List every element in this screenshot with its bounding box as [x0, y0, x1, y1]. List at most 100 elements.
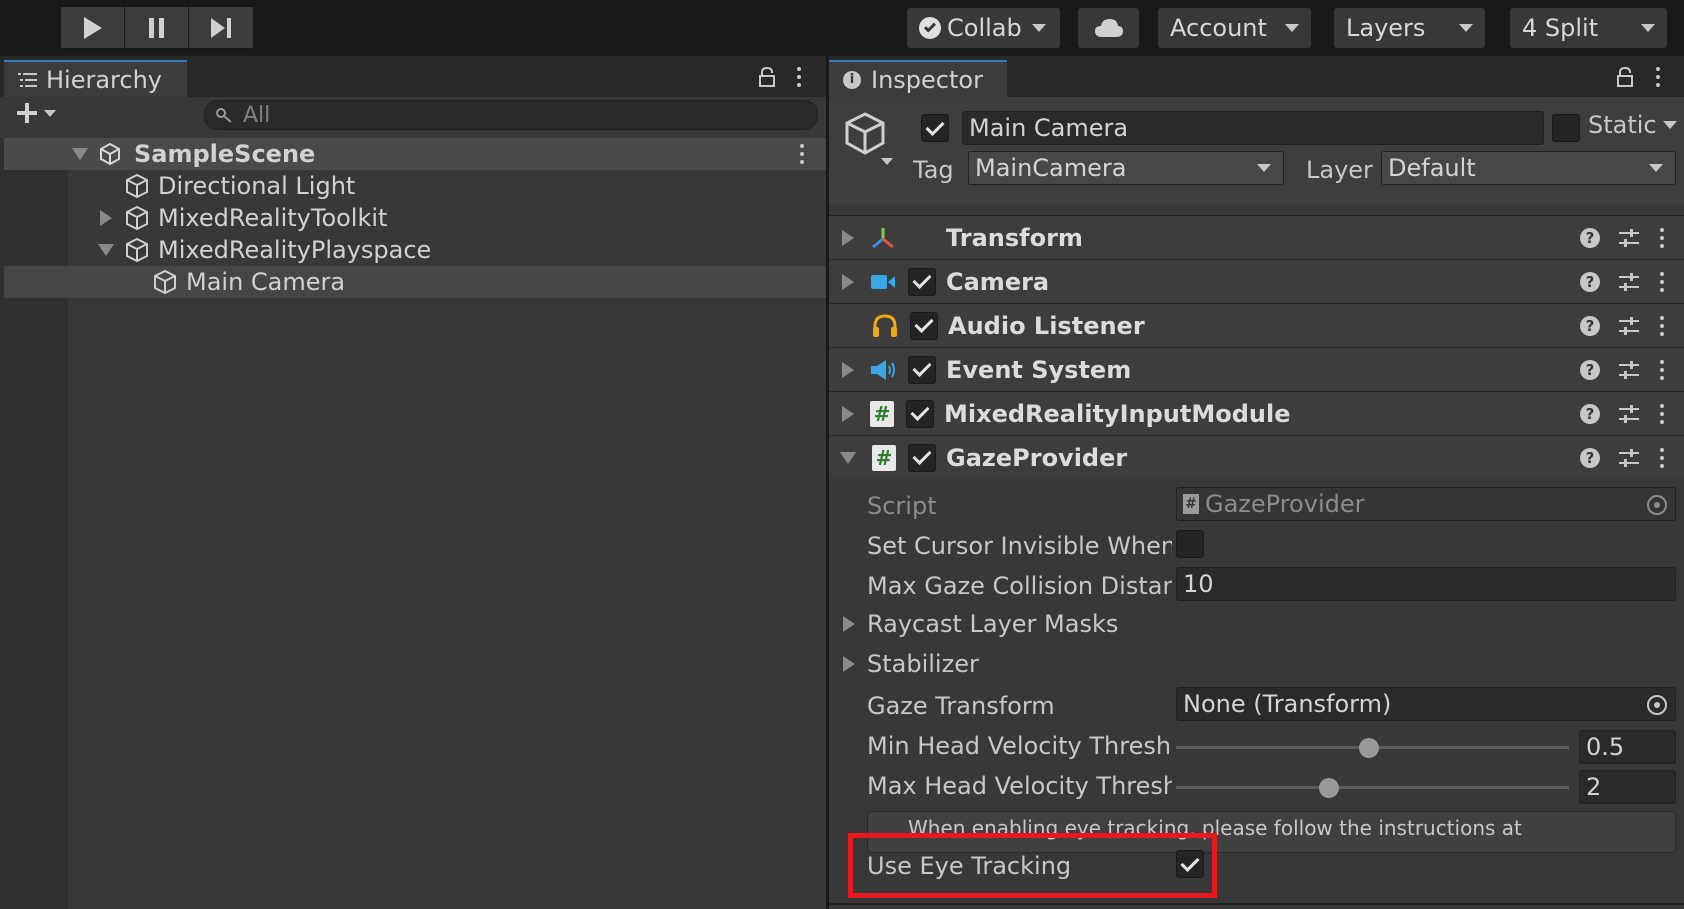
help-icon[interactable]: ?: [1580, 403, 1600, 424]
help-icon[interactable]: ?: [1580, 447, 1600, 468]
pause-button[interactable]: [125, 7, 189, 48]
stabilizer-label: Stabilizer: [867, 650, 979, 678]
foldout-closed-icon[interactable]: [842, 273, 854, 290]
preset-icon[interactable]: [1618, 360, 1640, 380]
component-enabled-checkbox[interactable]: [908, 443, 936, 472]
tree-item-mixedrealitytoolkit[interactable]: MixedRealityToolkit: [100, 202, 387, 234]
chevron-down-icon: [44, 109, 56, 117]
component-name: Camera: [946, 267, 1050, 296]
gaze-transform-value: None (Transform): [1183, 690, 1392, 718]
lock-icon[interactable]: [1616, 66, 1634, 88]
object-name-field[interactable]: Main Camera: [962, 111, 1544, 145]
component-name: Transform: [946, 223, 1083, 252]
component-transform[interactable]: Transform ?: [829, 215, 1684, 259]
foldout-open-icon[interactable]: [840, 451, 856, 464]
tab-inspector[interactable]: i Inspector: [829, 60, 1007, 97]
slider-thumb[interactable]: [1358, 738, 1379, 758]
section-divider: [829, 903, 1684, 905]
step-button[interactable]: [189, 7, 253, 48]
foldout-closed-icon[interactable]: [843, 616, 855, 632]
help-icon[interactable]: ?: [1580, 271, 1600, 292]
object-picker-icon[interactable]: [1647, 695, 1667, 715]
headphones-icon: [873, 313, 897, 337]
collab-button[interactable]: Collab: [907, 8, 1060, 48]
foldout-open-icon[interactable]: [72, 148, 88, 160]
foldout-closed-icon[interactable]: [842, 405, 854, 422]
foldout-open-icon[interactable]: [98, 244, 114, 256]
component-enabled-checkbox[interactable]: [908, 355, 936, 384]
component-camera[interactable]: Camera ?: [829, 259, 1684, 303]
component-enabled-checkbox[interactable]: [908, 267, 936, 296]
foldout-closed-icon[interactable]: [842, 361, 854, 378]
help-icon[interactable]: ?: [1580, 315, 1600, 336]
component-menu-icon[interactable]: [1658, 359, 1666, 380]
foldout-closed-icon[interactable]: [842, 229, 854, 246]
play-button[interactable]: [61, 7, 125, 48]
account-dropdown[interactable]: Account: [1158, 8, 1311, 48]
object-active-checkbox[interactable]: [921, 114, 949, 142]
component-enabled-checkbox[interactable]: [910, 311, 938, 340]
component-menu-icon[interactable]: [1658, 227, 1666, 248]
tree-item-main-camera[interactable]: Main Camera: [4, 266, 826, 298]
component-event-system[interactable]: Event System ?: [829, 347, 1684, 391]
highlight-box: [848, 833, 1217, 898]
lock-icon[interactable]: [758, 66, 776, 88]
preset-icon[interactable]: [1618, 448, 1640, 468]
gaze-transform-field[interactable]: None (Transform): [1176, 687, 1676, 721]
hierarchy-search-input[interactable]: All: [204, 100, 818, 130]
inspector-menu-icon[interactable]: [1654, 67, 1662, 87]
foldout-closed-icon[interactable]: [843, 656, 855, 672]
script-field: # GazeProvider: [1176, 487, 1676, 521]
max-head-velocity-slider[interactable]: [1176, 774, 1569, 802]
preset-icon[interactable]: [1618, 316, 1640, 336]
step-icon: [211, 17, 231, 38]
raycast-layer-masks-label: Raycast Layer Masks: [867, 610, 1119, 638]
help-icon[interactable]: ?: [1580, 359, 1600, 380]
component-menu-icon[interactable]: [1658, 315, 1666, 336]
component-audio-listener[interactable]: Audio Listener ?: [829, 303, 1684, 347]
layer-dropdown[interactable]: Default: [1381, 151, 1676, 185]
static-checkbox[interactable]: [1552, 114, 1580, 142]
hierarchy-menu-icon[interactable]: [795, 67, 803, 87]
object-picker-icon: [1647, 495, 1667, 515]
max-gaze-distance-field[interactable]: 10: [1176, 567, 1676, 601]
max-head-velocity-label: Max Head Velocity Threshc: [867, 772, 1172, 800]
scene-row[interactable]: SampleScene: [4, 138, 826, 170]
component-menu-icon[interactable]: [1658, 271, 1666, 292]
static-dropdown[interactable]: Static: [1588, 111, 1677, 139]
help-icon[interactable]: ?: [1580, 227, 1600, 248]
preset-icon[interactable]: [1618, 228, 1640, 248]
component-enabled-checkbox[interactable]: [906, 399, 934, 428]
tree-item-mixedrealityplayspace[interactable]: MixedRealityPlayspace: [98, 234, 431, 266]
layers-dropdown[interactable]: Layers: [1334, 8, 1485, 48]
tree-item-label: Directional Light: [158, 172, 356, 200]
slider-thumb[interactable]: [1319, 778, 1340, 798]
max-head-velocity-field[interactable]: 2: [1579, 770, 1676, 804]
component-mixedrealityinputmodule[interactable]: # MixedRealityInputModule ?: [829, 391, 1684, 435]
tree-item-directional-light[interactable]: Directional Light: [124, 170, 355, 202]
raycast-layer-masks-foldout[interactable]: Raycast Layer Masks: [843, 610, 1118, 638]
tag-label: Tag: [913, 156, 954, 184]
min-head-velocity-slider[interactable]: [1176, 734, 1569, 762]
hierarchy-panel: Hierarchy All SampleScene Directional Li…: [0, 56, 826, 909]
icon-dropdown-icon[interactable]: [881, 158, 893, 165]
foldout-closed-icon[interactable]: [100, 210, 112, 226]
layout-dropdown[interactable]: 4 Split: [1510, 8, 1667, 48]
tag-dropdown[interactable]: MainCamera: [968, 151, 1284, 185]
scene-menu-icon[interactable]: [798, 144, 806, 164]
min-head-velocity-value: 0.5: [1586, 733, 1625, 761]
component-gazeprovider[interactable]: # GazeProvider ?: [829, 435, 1684, 479]
preset-icon[interactable]: [1618, 272, 1640, 292]
layers-label: Layers: [1346, 14, 1426, 42]
camera-icon: [871, 274, 895, 289]
preset-icon[interactable]: [1618, 404, 1640, 424]
component-menu-icon[interactable]: [1658, 403, 1666, 424]
scene-name: SampleScene: [134, 140, 316, 168]
min-head-velocity-field[interactable]: 0.5: [1579, 730, 1676, 764]
cursor-invisible-checkbox[interactable]: [1176, 530, 1204, 558]
stabilizer-foldout[interactable]: Stabilizer: [843, 650, 979, 678]
create-button[interactable]: [16, 102, 56, 124]
cloud-button[interactable]: [1078, 8, 1139, 48]
tab-hierarchy[interactable]: Hierarchy: [4, 60, 187, 97]
component-menu-icon[interactable]: [1658, 447, 1666, 468]
